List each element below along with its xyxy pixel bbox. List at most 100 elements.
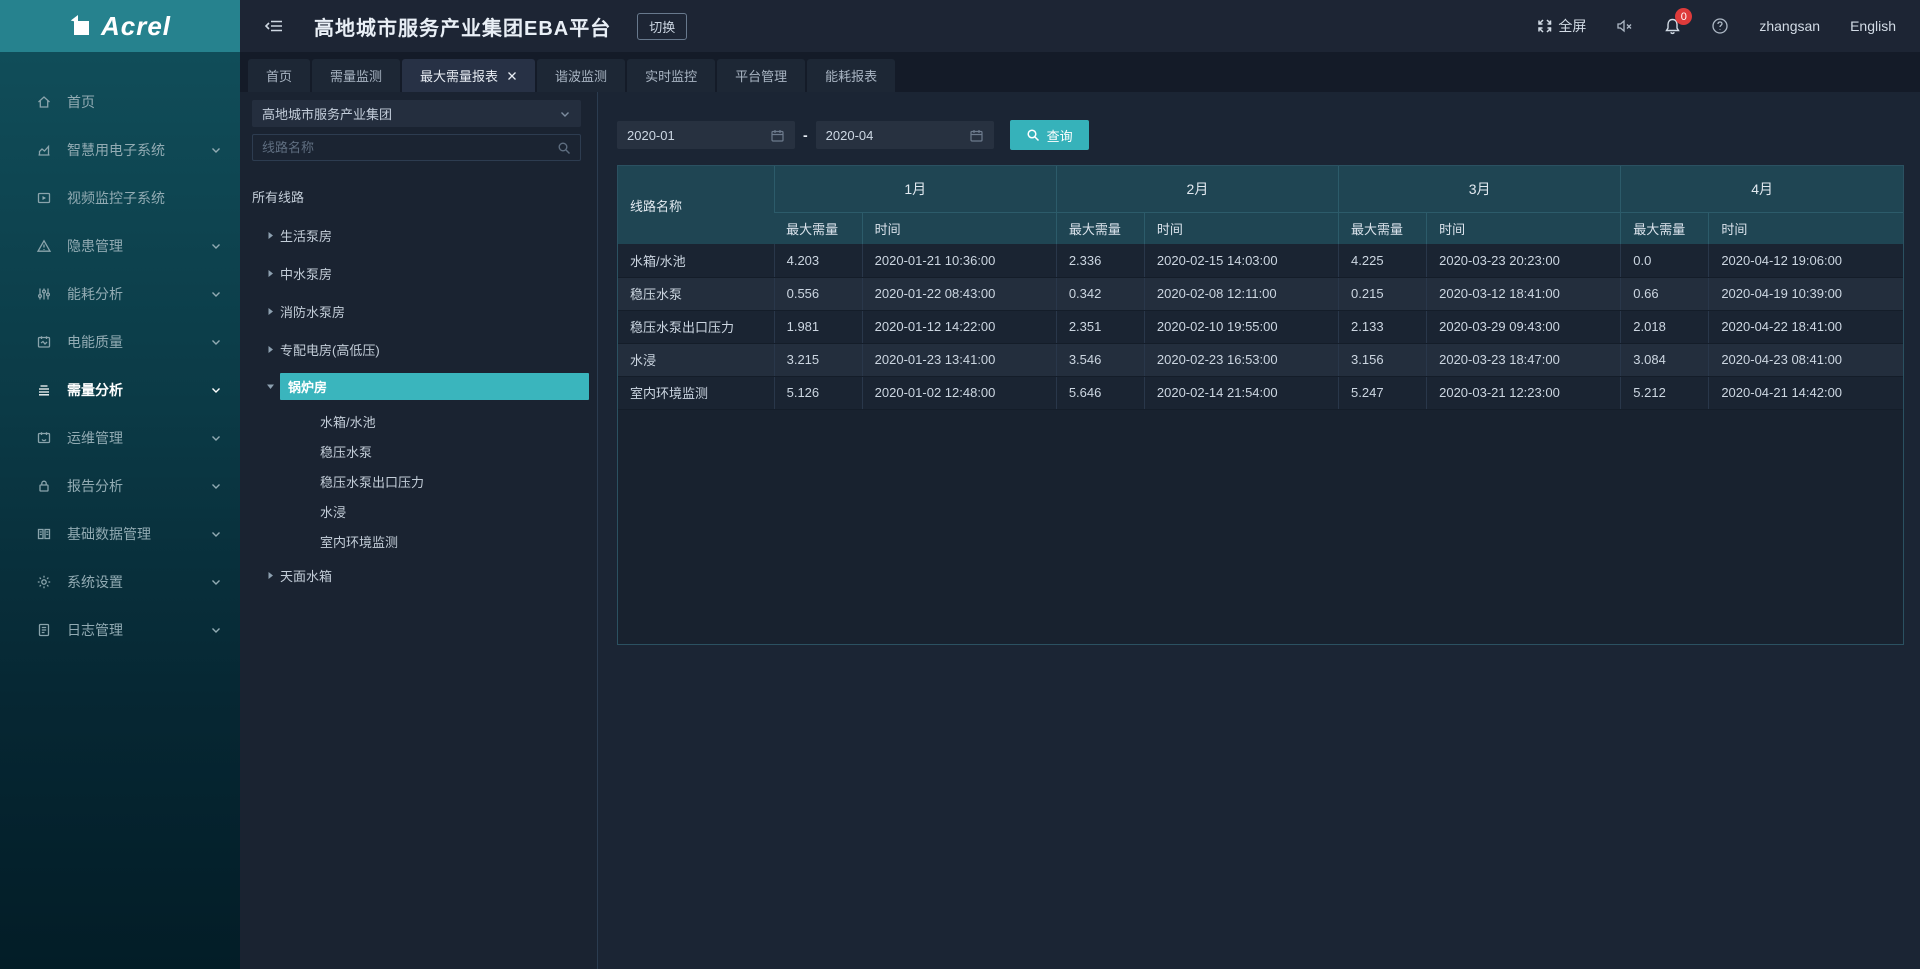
power-quality-icon [36,334,52,350]
cell-time: 2020-04-19 10:39:00 [1709,277,1903,310]
caret-right-icon[interactable] [260,307,280,316]
sidebar-item[interactable]: 需量分析 [0,366,240,414]
switch-button[interactable]: 切换 [637,13,687,40]
line-tree: 所有线路 生活泵房中水泵房消防水泵房专配电房(高低压) 锅炉房水箱/水池稳压水泵稳… [240,187,597,594]
tab[interactable]: 首页 [248,59,310,92]
month-group-header: 1月 [774,166,1056,212]
tree-node-label: 中水泵房 [280,264,332,283]
sidebar-item[interactable]: 运维管理 [0,414,240,462]
tree-node-label: 锅炉房 [280,373,589,400]
sidebar-item-label: 首页 [67,92,95,112]
query-button[interactable]: 查询 [1010,120,1089,150]
tree-node[interactable]: 锅炉房 [240,373,589,400]
page-title: 高地城市服务产业集团EBA平台 [314,12,611,41]
mute-icon[interactable] [1616,18,1634,34]
org-select[interactable]: 高地城市服务产业集团 [252,100,581,127]
cell-max-demand: 0.215 [1339,277,1427,310]
sub-header-max-demand: 最大需量 [774,212,862,244]
chevron-down-icon [210,624,222,636]
calendar-icon [770,128,785,143]
tab-label: 平台管理 [735,66,787,85]
table-row: 水箱/水池4.2032020-01-21 10:36:002.3362020-0… [618,244,1903,277]
cell-time: 2020-02-15 14:03:00 [1144,244,1338,277]
tree-node-label: 天面水箱 [280,566,332,585]
sidebar-item[interactable]: 视频监控子系统 [0,174,240,222]
start-date-picker[interactable]: 2020-01 [617,121,795,149]
sidebar-item[interactable]: 智慧用电子系统 [0,126,240,174]
sidebar-item[interactable]: 隐患管理 [0,222,240,270]
tree-leaf-node[interactable]: 室内环境监测 [240,526,597,556]
cell-max-demand: 0.342 [1056,277,1144,310]
topbar: 高地城市服务产业集团EBA平台 切换 全屏 0 [240,0,1920,52]
fullscreen-icon [1537,18,1553,34]
cell-time: 2020-01-21 10:36:00 [862,244,1056,277]
tab[interactable]: 平台管理 [717,59,805,92]
cell-time: 2020-01-12 14:22:00 [862,310,1056,343]
caret-right-icon[interactable] [260,231,280,240]
notifications-button[interactable]: 0 [1664,17,1681,35]
tab[interactable]: 最大需量报表 [402,59,535,92]
cell-max-demand: 4.203 [774,244,862,277]
sub-header-time: 时间 [1144,212,1338,244]
tree-node[interactable]: 中水泵房 [240,254,597,292]
sidebar-item-label: 电能质量 [67,332,123,352]
smart-power-icon [36,142,52,158]
cell-time: 2020-03-21 12:23:00 [1427,376,1621,409]
table-row: 室内环境监测5.1262020-01-02 12:48:005.6462020-… [618,376,1903,409]
tab-label: 谐波监测 [555,66,607,85]
sidebar-item[interactable]: 电能质量 [0,318,240,366]
end-date-picker[interactable]: 2020-04 [816,121,994,149]
language-toggle[interactable]: English [1850,18,1896,34]
tab[interactable]: 需量监测 [312,59,400,92]
sidebar-item-label: 能耗分析 [67,284,123,304]
acrel-logo-icon [69,14,93,38]
chevron-down-icon [210,576,222,588]
tree-root-node[interactable]: 所有线路 [240,187,597,216]
search-icon[interactable] [557,141,571,155]
close-icon[interactable] [507,71,517,81]
fullscreen-label: 全屏 [1558,16,1586,36]
cell-time: 2020-01-02 12:48:00 [862,376,1056,409]
tree-leaf-node[interactable]: 稳压水泵出口压力 [240,466,597,496]
caret-right-icon[interactable] [260,345,280,354]
collapse-menu-icon[interactable] [264,17,284,35]
end-date-value: 2020-04 [826,128,874,143]
tab[interactable]: 实时监控 [627,59,715,92]
cell-time: 2020-02-10 19:55:00 [1144,310,1338,343]
cell-line-name: 稳压水泵出口压力 [618,310,774,343]
caret-right-icon[interactable] [260,571,280,580]
cell-time: 2020-04-22 18:41:00 [1709,310,1903,343]
sidebar-item[interactable]: 系统设置 [0,558,240,606]
caret-right-icon[interactable] [260,269,280,278]
chevron-down-icon [210,144,222,156]
query-button-label: 查询 [1047,126,1073,145]
sidebar-item[interactable]: 日志管理 [0,606,240,654]
username[interactable]: zhangsan [1759,18,1820,34]
tree-node[interactable]: 生活泵房 [240,216,597,254]
sidebar-item[interactable]: 基础数据管理 [0,510,240,558]
tree-leaf-node[interactable]: 稳压水泵 [240,436,597,466]
tree-leaf-node[interactable]: 水箱/水池 [240,406,597,436]
tree-node[interactable]: 天面水箱 [240,556,597,594]
sidebar-item[interactable]: 能耗分析 [0,270,240,318]
cell-max-demand: 5.126 [774,376,862,409]
sidebar-item[interactable]: 首页 [0,78,240,126]
cell-max-demand: 3.215 [774,343,862,376]
cell-max-demand: 2.351 [1056,310,1144,343]
cell-time: 2020-01-22 08:43:00 [862,277,1056,310]
tree-node[interactable]: 消防水泵房 [240,292,597,330]
fullscreen-button[interactable]: 全屏 [1537,16,1586,36]
tree-leaf-node[interactable]: 水浸 [240,496,597,526]
demand-analysis-icon [36,382,52,398]
help-icon[interactable] [1711,17,1729,35]
caret-down-icon[interactable] [260,382,280,391]
tab[interactable]: 能耗报表 [807,59,895,92]
sidebar-item[interactable]: 报告分析 [0,462,240,510]
line-search-input[interactable] [262,140,557,155]
main-content: 2020-01 - 2020-04 查询 线路名称 [599,92,1920,969]
tree-node[interactable]: 专配电房(高低压) [240,330,597,368]
tab[interactable]: 谐波监测 [537,59,625,92]
table-row: 稳压水泵出口压力1.9812020-01-12 14:22:002.351202… [618,310,1903,343]
sidebar-item-label: 系统设置 [67,572,123,592]
month-group-header: 4月 [1621,166,1903,212]
